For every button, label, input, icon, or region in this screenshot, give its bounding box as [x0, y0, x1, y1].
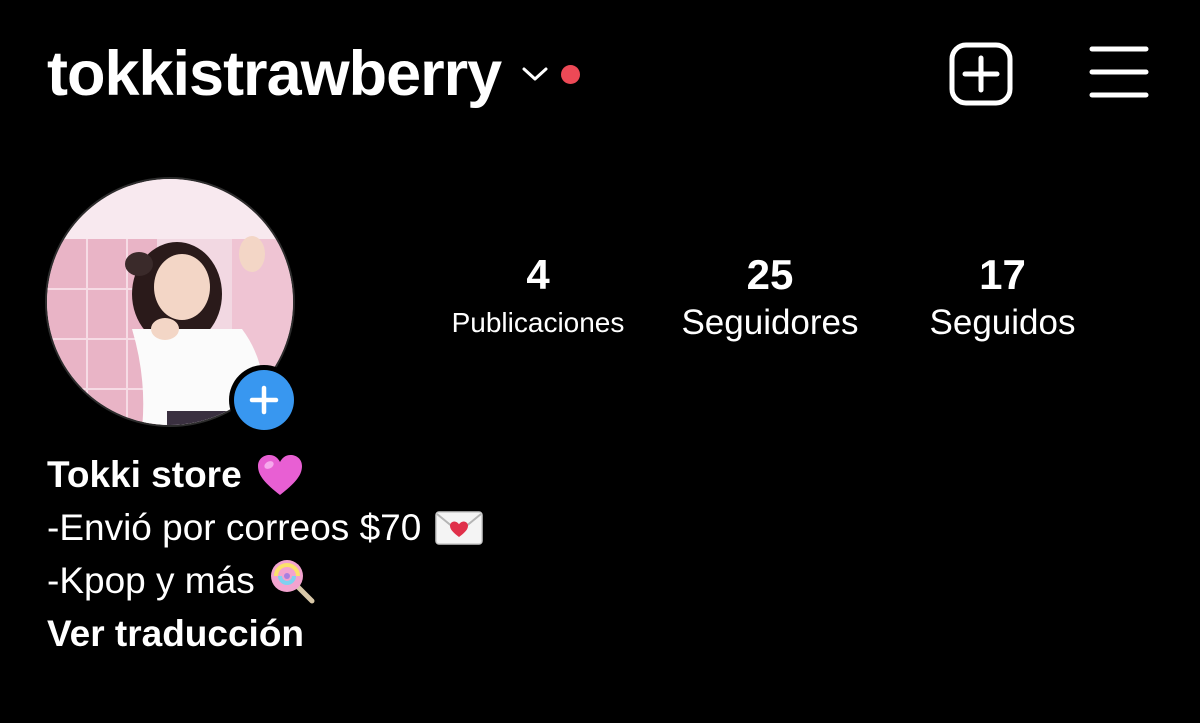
following-label: Seguidos [929, 303, 1076, 342]
username: tokkistrawberry [47, 38, 502, 109]
stat-followers[interactable]: 25 Seguidores [660, 250, 880, 346]
bio-text: -Envió por correos $70 [47, 506, 422, 548]
stat-following[interactable]: 17 Seguidos [895, 250, 1110, 346]
love-letter-emoji [435, 510, 484, 545]
bio-line-kpop: -Kpop y más [47, 554, 947, 607]
hamburger-menu-icon [1089, 46, 1149, 98]
menu-button[interactable] [1088, 43, 1150, 101]
chevron-down-icon[interactable] [521, 64, 549, 84]
plus-icon [249, 385, 279, 415]
plus-square-icon [949, 42, 1013, 106]
avatar-container [45, 177, 299, 435]
add-story-button[interactable] [229, 365, 299, 435]
profile-header: tokkistrawberry [0, 0, 1200, 150]
followers-count: 25 [746, 251, 794, 298]
add-story-badge [234, 370, 294, 430]
bio-text: -Kpop y más [47, 559, 255, 601]
stat-posts[interactable]: 4 Publicaciones [428, 250, 648, 346]
posts-count: 4 [526, 251, 550, 298]
bio: Tokki store -Envió por correos $70 -Kpop… [47, 448, 947, 660]
bio-line-shipping: -Envió por correos $70 [47, 501, 947, 554]
profile-name: Tokki store [47, 453, 242, 495]
see-translation-link[interactable]: Ver traducción [47, 607, 947, 660]
account-switcher[interactable]: tokkistrawberry [47, 34, 581, 114]
new-post-button[interactable] [948, 41, 1014, 107]
bio-name-line: Tokki store [47, 448, 947, 501]
heart-emoji [257, 454, 302, 495]
lollipop-emoji [270, 559, 315, 603]
followers-label: Seguidores [681, 303, 859, 342]
following-count: 17 [979, 251, 1026, 298]
notification-dot [561, 64, 581, 84]
posts-label: Publicaciones [451, 307, 625, 338]
